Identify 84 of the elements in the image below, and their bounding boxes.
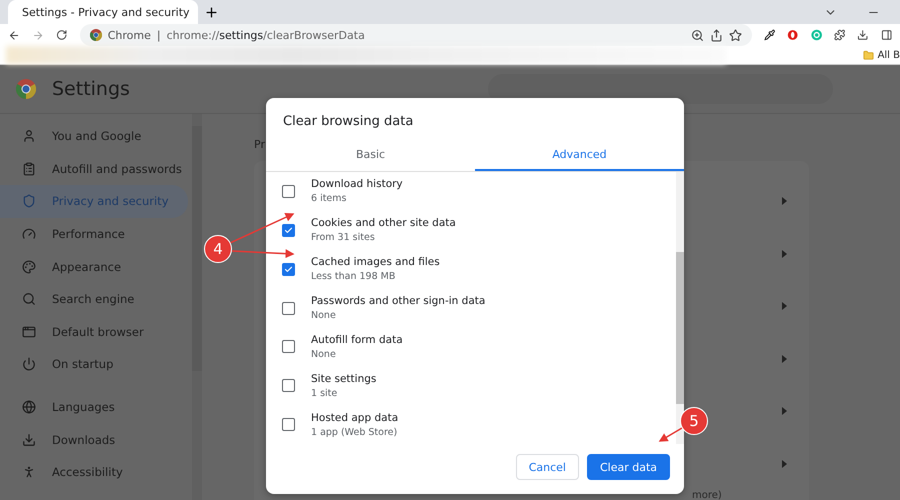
right-triangle-icon[interactable] — [782, 460, 787, 468]
search-icon — [22, 292, 36, 306]
sidebar-item[interactable]: Search engine — [0, 282, 188, 316]
palette-icon — [22, 260, 36, 274]
checkbox[interactable] — [282, 379, 295, 392]
right-triangle-icon[interactable] — [782, 197, 787, 206]
sidebar-item[interactable]: Privacy and security — [0, 185, 188, 218]
cancel-button[interactable]: Cancel — [516, 454, 579, 480]
dialog-tab[interactable]: Basic — [266, 141, 475, 171]
chrome-logo-icon — [16, 79, 36, 99]
check-icon — [284, 264, 293, 274]
power-icon — [22, 357, 36, 372]
option-detail: None — [311, 310, 337, 321]
option-detail: 6 items — [311, 193, 348, 204]
folder-icon — [862, 50, 874, 60]
right-triangle-icon[interactable] — [782, 302, 787, 310]
sidebar-item[interactable]: On startup — [0, 348, 188, 381]
right-triangle-icon[interactable] — [782, 407, 787, 416]
option-detail: 1 site — [311, 388, 338, 399]
eyedropper-icon[interactable] — [764, 28, 776, 42]
checkbox[interactable] — [282, 184, 295, 198]
option-label: Cookies and other site data — [311, 217, 456, 230]
option-label: Passwords and other sign-in data — [311, 295, 486, 307]
person-icon — [22, 129, 36, 144]
new-tab-icon[interactable] — [204, 4, 219, 20]
shield-icon — [22, 194, 36, 208]
gauge-icon — [22, 227, 36, 242]
clipboard-icon — [22, 162, 36, 176]
sidebar-item[interactable]: Downloads — [0, 423, 188, 456]
site-label: Chrome — [108, 28, 151, 42]
chrome-logo-icon — [90, 29, 102, 41]
sidebar-item[interactable]: Performance — [0, 218, 188, 250]
annotation-arrow — [232, 249, 294, 258]
sidebar-item[interactable]: Autofill and passwords — [0, 152, 188, 186]
bookmarks-folder[interactable]: All B — [862, 50, 900, 60]
tab-title: Settings - Privacy and security — [22, 6, 190, 18]
download-icon — [22, 432, 36, 447]
check-icon — [284, 226, 293, 235]
option-label: Autofill form data — [311, 334, 403, 346]
sidebar-item[interactable]: Appearance — [0, 250, 188, 283]
annotation-arrow — [658, 427, 682, 442]
reload-icon[interactable] — [56, 28, 68, 42]
address-bar[interactable]: Chrome | chrome://settings/clearBrowserData — [80, 24, 752, 46]
option-label: Site settings — [311, 372, 376, 385]
accessibility-icon — [22, 465, 36, 480]
zoom-icon[interactable] — [690, 28, 704, 42]
checkbox[interactable] — [282, 418, 295, 432]
dialog-title: Clear browsing data — [282, 113, 414, 131]
globe-icon — [22, 400, 36, 414]
sidebar-item[interactable]: Languages — [0, 390, 188, 424]
section-heading: Pr — [254, 138, 266, 151]
share-icon[interactable] — [710, 28, 723, 42]
card-text: more) — [692, 490, 723, 500]
option-detail: From 31 sites — [311, 232, 376, 244]
option-label: Download history — [311, 178, 403, 190]
download-icon[interactable] — [857, 28, 869, 42]
option-detail: 1 app (Web Store) — [311, 426, 398, 438]
sidebar-item[interactable]: Accessibility — [0, 456, 188, 489]
url-text: chrome://settings/clearBrowserData — [166, 28, 366, 42]
right-triangle-icon[interactable] — [782, 354, 787, 363]
clear-data-button[interactable]: Clear data — [586, 454, 670, 480]
side-panel-icon[interactable] — [880, 28, 892, 42]
browser-tab[interactable]: Settings - Privacy and security — [8, 0, 198, 24]
sidebar-item[interactable]: You and Google — [0, 120, 188, 153]
browser-window-icon — [22, 324, 36, 339]
separator: | — [156, 28, 161, 42]
checkbox[interactable] — [282, 224, 295, 237]
option-label: Cached images and files — [311, 256, 440, 268]
right-triangle-icon[interactable] — [782, 250, 787, 258]
puzzle-icon[interactable] — [834, 28, 846, 42]
settings-title: Settings — [52, 78, 131, 100]
checkbox[interactable] — [282, 302, 295, 314]
checkbox[interactable] — [282, 340, 295, 354]
dialog-tab[interactable]: Advanced — [475, 141, 684, 171]
option-detail: None — [311, 348, 337, 360]
checkbox[interactable] — [282, 262, 295, 276]
ring-logo-icon[interactable] — [787, 28, 798, 42]
option-label: Hosted app data — [311, 412, 398, 424]
option-detail: Less than 198 MB — [311, 271, 396, 282]
star-icon[interactable] — [728, 28, 742, 42]
bookmarks-folder-label: All B — [878, 50, 900, 60]
scrollbar[interactable] — [676, 172, 684, 444]
annotation-arrow — [230, 213, 294, 244]
sidebar-item[interactable]: Default browser — [0, 316, 188, 348]
